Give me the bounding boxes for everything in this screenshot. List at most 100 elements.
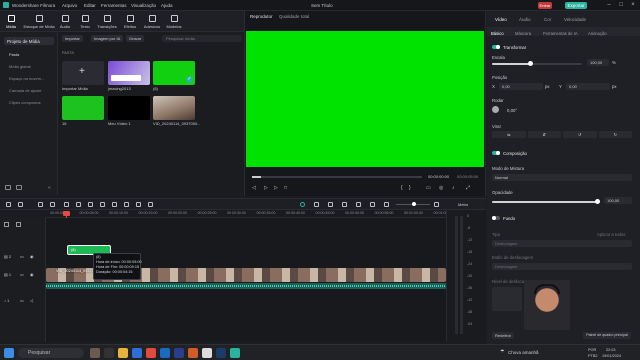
task-view-icon[interactable]	[104, 348, 114, 358]
speed-icon[interactable]	[112, 202, 117, 207]
copilot-icon[interactable]	[90, 348, 100, 358]
flip-vertical-icon[interactable]: ⇵	[527, 131, 561, 138]
eye-icon[interactable]: ◉	[30, 272, 34, 277]
sidebar-item-folder[interactable]: Pasta	[4, 50, 56, 58]
tab-transitions[interactable]: Transições	[97, 13, 117, 31]
composition-toggle[interactable]	[492, 151, 500, 155]
audio-adjust-icon[interactable]	[136, 202, 141, 207]
media-thumb-vid[interactable]	[153, 96, 195, 120]
sidebar-item-global-media[interactable]: Mídia global	[4, 62, 56, 70]
menu-file[interactable]: Arquivo	[62, 3, 77, 8]
split-icon[interactable]	[76, 202, 81, 207]
tab-stock-media[interactable]: Estoque de Mídia	[23, 13, 55, 31]
speaker-icon[interactable]: ◁	[30, 298, 33, 303]
tab-audio[interactable]: Áudio	[519, 17, 531, 22]
file-explorer-icon[interactable]	[118, 348, 128, 358]
snapshot-icon[interactable]: ◎	[439, 185, 443, 191]
tab-templates[interactable]: Modelos	[165, 13, 183, 31]
crop-icon[interactable]	[88, 202, 93, 207]
subtab-animation[interactable]: Animação	[588, 31, 607, 36]
tab-text[interactable]: Texto	[76, 13, 94, 31]
lang-indicator[interactable]: POR	[588, 348, 596, 352]
apply-all-button[interactable]: Aplicar a todos	[597, 232, 625, 237]
text-tool-icon[interactable]	[100, 202, 105, 207]
media-search-input[interactable]: Pesquisar mídia	[162, 35, 242, 42]
photoshop-icon[interactable]	[160, 348, 170, 358]
import-media-tile[interactable]: +	[62, 61, 104, 85]
close-icon[interactable]: ×	[628, 1, 638, 9]
tab-media[interactable]: Mídia	[2, 13, 20, 31]
menu-tools[interactable]: Ferramentas	[101, 3, 127, 8]
tab-audio[interactable]: Áudio	[56, 13, 74, 31]
rotate-dial-icon[interactable]	[492, 106, 499, 113]
subtab-mask[interactable]: Máscara	[515, 31, 531, 36]
import-button[interactable]: Importar	[62, 35, 83, 42]
collapse-icon[interactable]: «	[48, 185, 51, 191]
record-button[interactable]: Gravar	[126, 35, 145, 42]
media-thumb-8[interactable]: ✓	[153, 61, 195, 85]
mic-icon[interactable]	[328, 202, 333, 207]
windows-start-icon[interactable]	[4, 348, 14, 358]
ai-image-button[interactable]: Imagem por IA	[91, 35, 124, 42]
new-folder-icon[interactable]	[5, 185, 11, 190]
taskbar-search[interactable]: Pesquisar	[18, 348, 84, 358]
lock-icon[interactable]: ▭	[20, 254, 24, 259]
tab-effects[interactable]: Efeitos	[121, 13, 139, 31]
flip-horizontal-icon[interactable]: ⇋	[492, 131, 526, 138]
project-media-header[interactable]: Projeto de Mídia	[4, 37, 54, 45]
app-icon[interactable]	[188, 348, 198, 358]
type-select[interactable]: Desfocagem	[492, 240, 632, 247]
tab-stickers[interactable]: Adesivos	[143, 13, 161, 31]
link-icon[interactable]	[16, 222, 21, 227]
pos-y-input[interactable]: 0,00	[566, 83, 610, 90]
marker-icon[interactable]	[314, 202, 319, 207]
fullscreen-icon[interactable]: ⤢	[466, 185, 470, 191]
zoom-slider[interactable]	[396, 202, 430, 206]
export-button[interactable]: Exportar	[565, 2, 587, 9]
menu-view[interactable]: Visualização	[131, 3, 156, 8]
scale-input[interactable]: 100,00	[587, 59, 609, 66]
blend-select[interactable]: Normal	[492, 174, 632, 181]
image-icon[interactable]	[370, 202, 375, 207]
prev-frame-icon[interactable]: ◁	[252, 185, 256, 191]
clip-audio-wave[interactable]	[46, 283, 446, 289]
sidebar-item-adjustment-layer[interactable]: Camada de ajuste	[4, 86, 56, 94]
tab-video[interactable]: Vídeo	[495, 17, 507, 22]
preview-canvas[interactable]	[246, 31, 484, 167]
stop-icon[interactable]: □	[284, 185, 287, 191]
opacity-input[interactable]: 100,00	[604, 197, 632, 204]
tab-speed[interactable]: Velocidade	[564, 17, 586, 22]
timeline-ruler[interactable]: 00:00:00:00 00:00:05:00 00:00:10:00 00:00:1…	[46, 210, 458, 218]
audio-icon[interactable]: ♪	[452, 185, 455, 191]
filmora-taskbar-icon[interactable]	[230, 348, 240, 358]
menu-help[interactable]: Ajuda	[161, 3, 173, 8]
eye-icon[interactable]: ◉	[30, 254, 34, 259]
opacity-slider[interactable]	[492, 199, 600, 204]
powerpoint-icon[interactable]	[146, 348, 156, 358]
mark-in-icon[interactable]: {	[401, 185, 403, 191]
premiere-icon[interactable]	[174, 348, 184, 358]
media-thumb-jmacing[interactable]	[108, 61, 150, 85]
keyframe-panel-button[interactable]: Painel de quadro principal	[583, 332, 631, 339]
scrub-bar[interactable]	[252, 176, 422, 178]
clock-time[interactable]: 22:03	[606, 348, 616, 352]
reset-button[interactable]: Redefinir	[492, 332, 514, 339]
media-thumb-16[interactable]	[62, 96, 104, 120]
background-toggle[interactable]	[492, 216, 500, 220]
color-icon[interactable]	[124, 202, 129, 207]
mix-icon[interactable]	[356, 202, 361, 207]
sign-in-button[interactable]: Entrar	[538, 2, 552, 9]
ai-icon[interactable]	[342, 202, 347, 207]
delete-icon[interactable]	[64, 202, 69, 207]
rotate-value[interactable]: 0,00°	[507, 108, 517, 113]
lock-icon[interactable]: ▭	[20, 298, 24, 303]
layout-icon[interactable]	[6, 202, 11, 207]
sidebar-item-compound-clips[interactable]: Clipes compostos	[4, 98, 56, 106]
blur-style-select[interactable]: Desfocagem	[492, 263, 632, 270]
mark-out-icon[interactable]: }	[409, 185, 411, 191]
zoom-in-icon[interactable]	[434, 202, 439, 207]
layout-indicator[interactable]: PTB2	[588, 354, 598, 358]
pos-x-input[interactable]: 0,00	[499, 83, 543, 90]
sidebar-item-cloud[interactable]: Espaço na nuvem...	[4, 74, 56, 82]
next-frame-icon[interactable]: ▷	[274, 185, 278, 191]
